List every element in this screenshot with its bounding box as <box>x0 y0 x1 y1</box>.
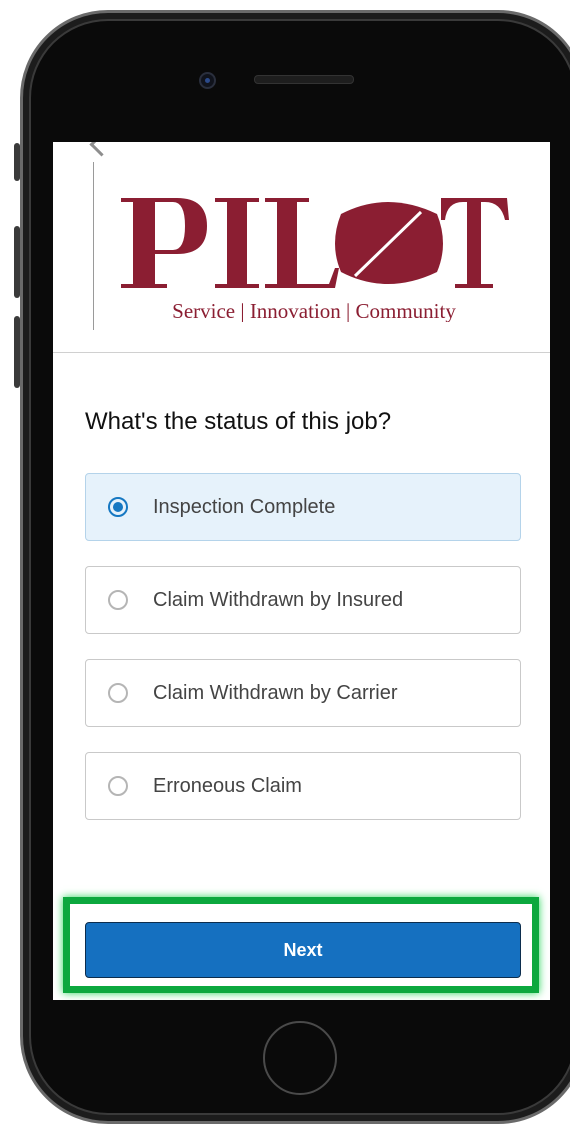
option-label: Claim Withdrawn by Carrier <box>153 681 398 704</box>
logo-tagline: Service | Innovation | Community <box>172 299 456 322</box>
option-erroneous-claim[interactable]: Erroneous Claim <box>85 752 521 820</box>
header-divider <box>53 352 550 353</box>
option-inspection-complete[interactable]: Inspection Complete <box>85 473 521 541</box>
option-claim-withdrawn-insured[interactable]: Claim Withdrawn by Insured <box>85 566 521 634</box>
option-claim-withdrawn-carrier[interactable]: Claim Withdrawn by Carrier <box>85 659 521 727</box>
header-divider-line <box>93 162 94 330</box>
pilot-logo: Service | Innovation | Community <box>121 198 509 322</box>
radio-selected-icon[interactable] <box>108 497 128 517</box>
front-camera <box>199 72 216 89</box>
back-chevron-icon[interactable] <box>89 142 114 157</box>
radio-empty-icon[interactable] <box>108 776 128 796</box>
home-button[interactable] <box>263 1021 337 1095</box>
question-heading: What's the status of this job? <box>85 408 392 435</box>
option-label: Claim Withdrawn by Insured <box>153 588 404 611</box>
next-button[interactable]: Next <box>85 922 521 978</box>
option-label: Erroneous Claim <box>153 774 302 797</box>
earpiece-speaker <box>254 75 354 84</box>
radio-empty-icon[interactable] <box>108 590 128 610</box>
option-label: Inspection Complete <box>153 495 336 518</box>
radio-empty-icon[interactable] <box>108 683 128 703</box>
app-screen: Service | Innovation | Community What's … <box>53 142 550 1000</box>
